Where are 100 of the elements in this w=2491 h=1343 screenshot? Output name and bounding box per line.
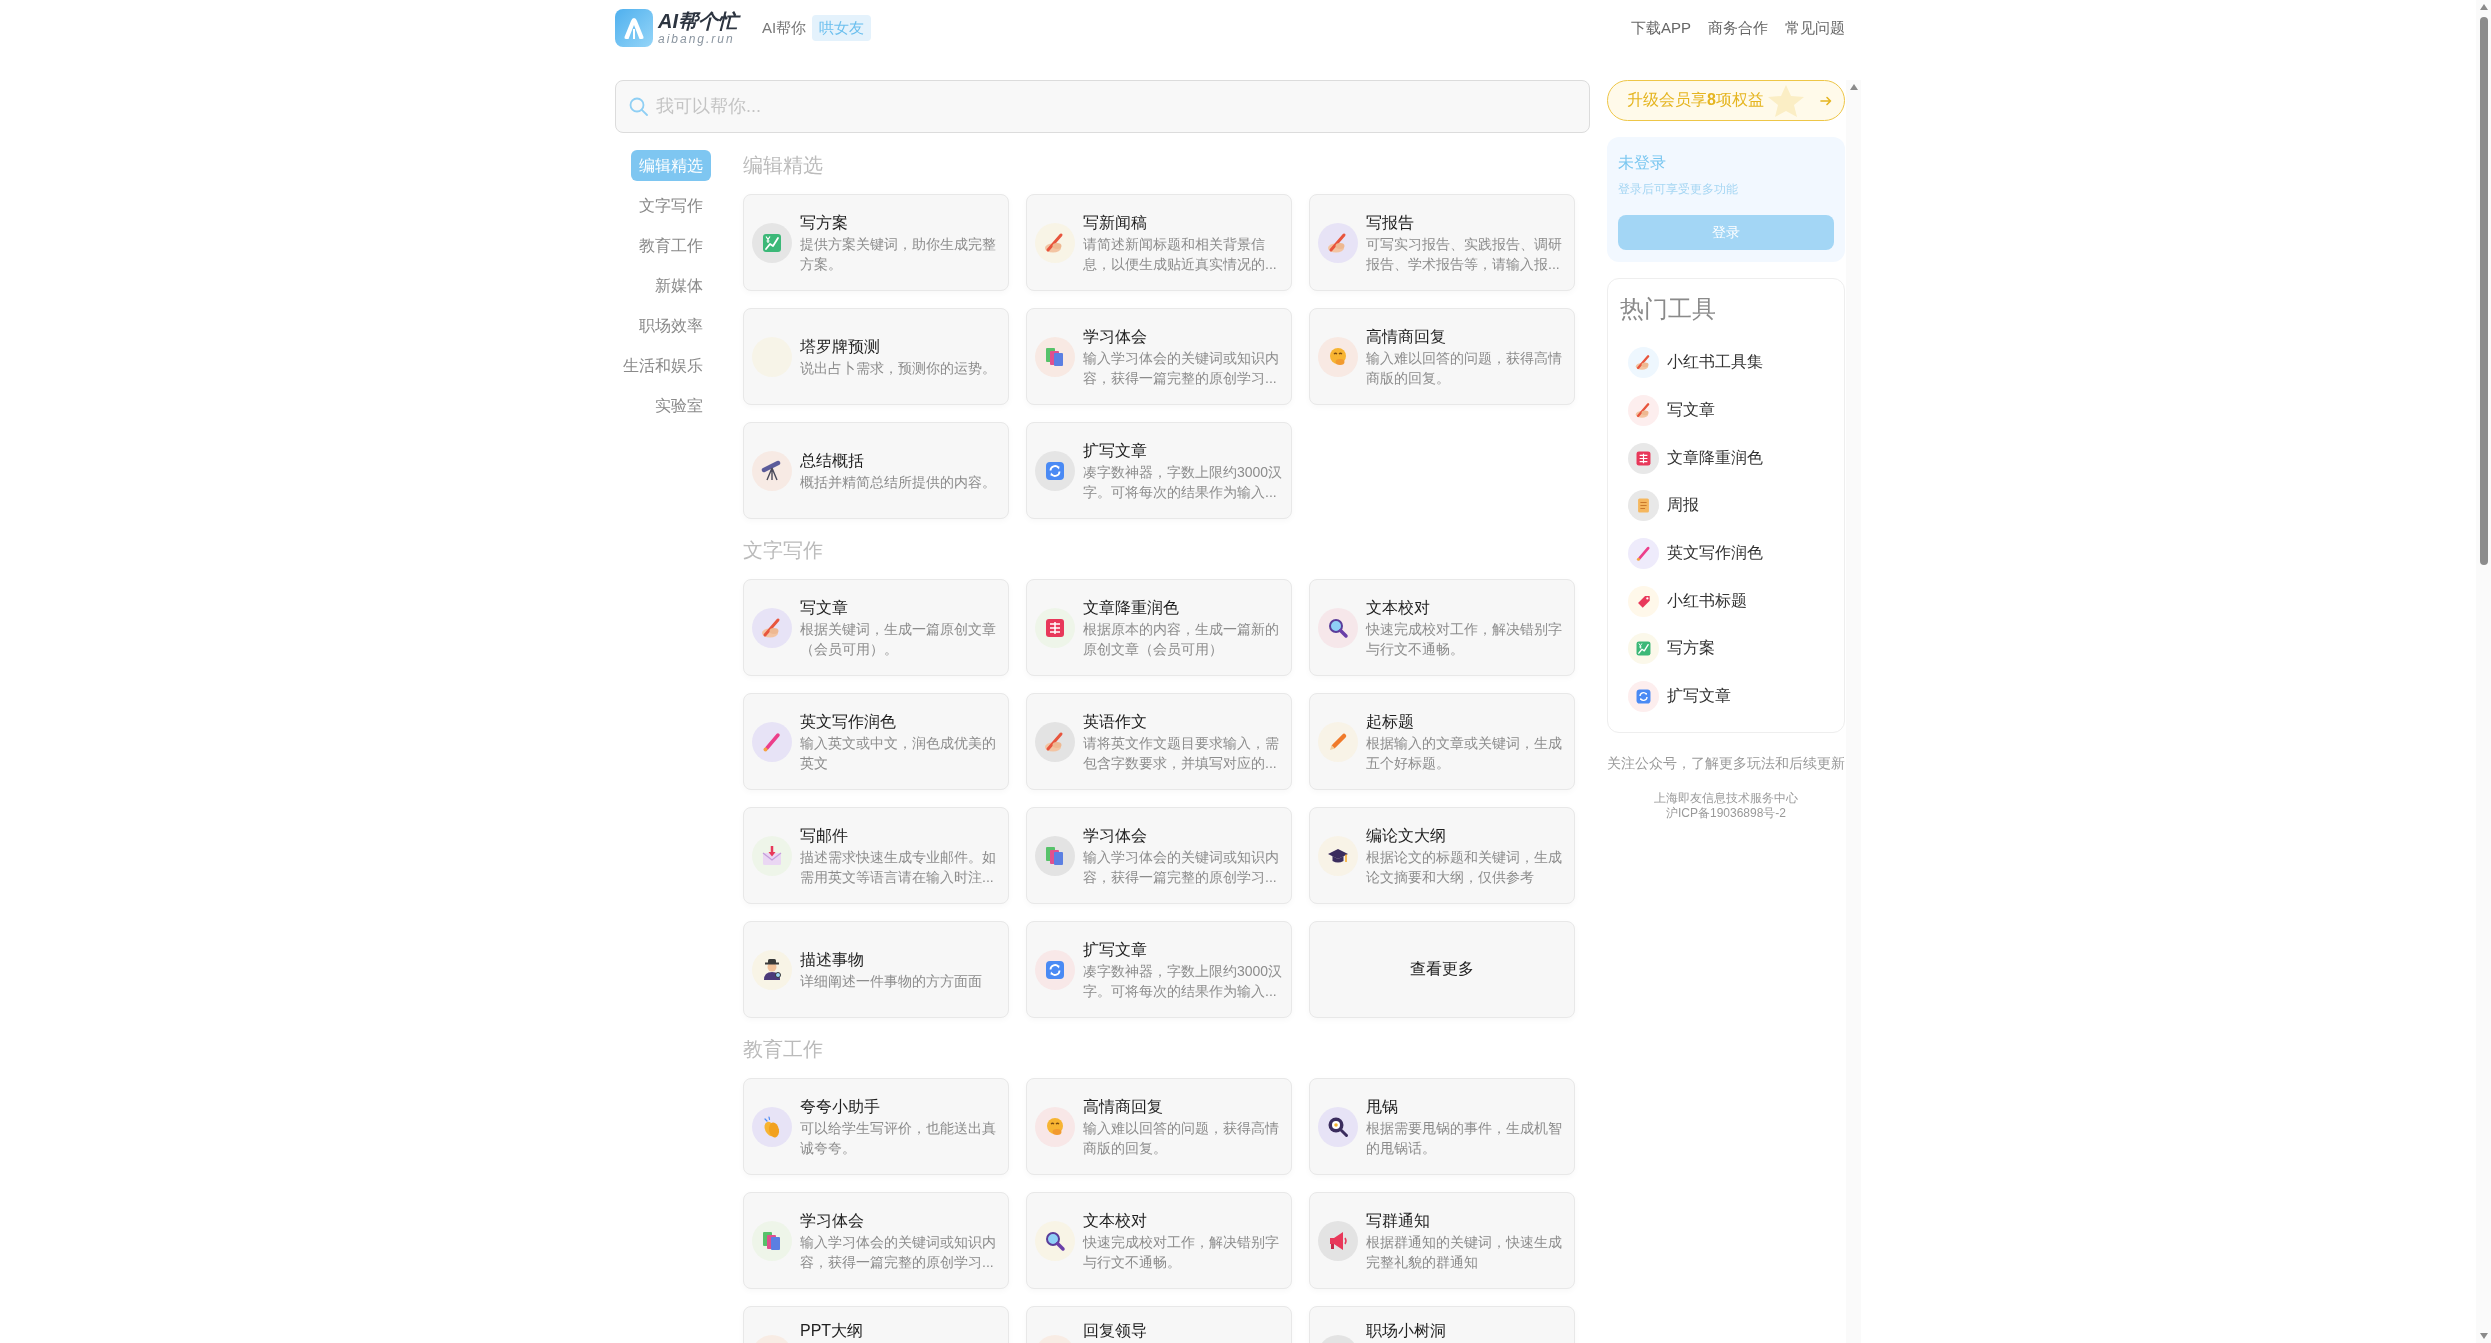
- tool-description: 输入学习体会的关键词或知识内容，获得一篇完整的原创学习...: [1083, 847, 1280, 887]
- tool-description: 请简述新闻标题和相关背景信息，以便生成贴近真实情况的...: [1083, 234, 1278, 274]
- tool-description: 输入难以回答的问题，获得高情商版的回复。: [1083, 1118, 1280, 1158]
- tool-title: 写文章: [800, 597, 849, 618]
- tool-card[interactable]: 夸夸小助手 可以给学生写评价，也能送出真诚夸夸。: [743, 1078, 1009, 1175]
- page-scrollbar[interactable]: [2476, 0, 2491, 1343]
- tagline-text: AI帮你: [762, 18, 807, 38]
- tool-description: 输入难以回答的问题，获得高情商版的回复。: [1366, 348, 1563, 388]
- tool-description: 快速完成校对工作，解决错别字与行文不通畅。: [1083, 1232, 1280, 1272]
- tool-card[interactable]: 写方案 提供方案关键词，助你生成完整方案。: [743, 194, 1009, 291]
- company-name-text: 上海即友信息技术服务中心: [1653, 790, 1799, 806]
- search-icon: [629, 97, 648, 116]
- tool-card[interactable]: 职场小树洞: [1309, 1306, 1575, 1343]
- sidebar-scrollbar[interactable]: [1846, 80, 1861, 1343]
- tool-description: 快速完成校对工作，解决错别字与行文不通畅。: [1366, 619, 1563, 659]
- tool-title: 起标题: [1366, 711, 1415, 732]
- tool-card[interactable]: 塔罗牌预测 说出占卜需求，预测你的运势。: [743, 308, 1009, 405]
- tool-description: 凑字数神器，字数上限约3000汉字。可将每次的结果作为输入...: [1083, 462, 1284, 502]
- tool-title: PPT大纲: [800, 1321, 865, 1341]
- tool-card[interactable]: 编论文大纲 根据论文的标题和关键词，生成论文摘要和大纲，仅供参考: [1309, 807, 1575, 904]
- tool-card[interactable]: 写新闻稿 请简述新闻标题和相关背景信息，以便生成贴近真实情况的...: [1026, 194, 1292, 291]
- logo-icon[interactable]: [615, 9, 653, 47]
- tool-description: 根据论文的标题和关键词，生成论文摘要和大纲，仅供参考: [1366, 847, 1563, 887]
- section-title: 教育工作: [743, 1037, 824, 1062]
- tool-description: 说出占卜需求，预测你的运势。: [800, 358, 997, 378]
- tool-title: 总结概括: [800, 450, 865, 471]
- tool-title: 学习体会: [1083, 326, 1148, 347]
- tool-card[interactable]: 学习体会 输入学习体会的关键词或知识内容，获得一篇完整的原创学习...: [1026, 308, 1292, 405]
- tool-card[interactable]: 写报告 可写实习报告、实践报告、调研报告、学术报告等，请输入报...: [1309, 194, 1575, 291]
- hot-tool-item[interactable]: 周报: [1620, 482, 1707, 530]
- tool-card[interactable]: 学习体会 输入学习体会的关键词或知识内容，获得一篇完整的原创学习...: [743, 1192, 1009, 1289]
- scroll-up-arrow-icon[interactable]: [2479, 4, 2488, 10]
- logo-domain: aibang.run: [658, 31, 736, 46]
- tool-card[interactable]: 高情商回复 输入难以回答的问题，获得高情商版的回复。: [1309, 308, 1575, 405]
- tool-card[interactable]: 文章降重润色 根据原本的内容，生成一篇新的原创文章（会员可用）: [1026, 579, 1292, 676]
- category-tab[interactable]: 教育工作: [631, 230, 711, 261]
- tool-card[interactable]: 写群通知 根据群通知的关键词，快速生成完整礼貌的群通知: [1309, 1192, 1575, 1289]
- tool-title: 学习体会: [800, 1210, 865, 1231]
- section-title: 编辑精选: [743, 153, 824, 178]
- category-tab[interactable]: 文字写作: [631, 190, 711, 221]
- tool-card[interactable]: 英文写作润色 输入英文或中文，润色成优美的英文: [743, 693, 1009, 790]
- tool-description: 凑字数神器，字数上限约3000汉字。可将每次的结果作为输入...: [1083, 961, 1284, 1001]
- tool-title: 文本校对: [1366, 597, 1431, 618]
- tool-title: 塔罗牌预测: [800, 336, 881, 357]
- tool-title: 甩锅: [1366, 1096, 1399, 1117]
- category-tab[interactable]: 新媒体: [647, 270, 711, 301]
- tool-title: 英语作文: [1083, 711, 1148, 732]
- category-tab[interactable]: 职场效率: [631, 310, 711, 341]
- tool-description: 根据输入的文章或关键词，生成五个好标题。: [1366, 733, 1563, 773]
- scroll-up-arrow-icon[interactable]: [1849, 84, 1858, 90]
- view-more-button[interactable]: 查看更多: [1309, 921, 1575, 1018]
- category-tab[interactable]: 实验室: [647, 390, 711, 421]
- tool-title: 回复领导: [1083, 1321, 1148, 1341]
- tool-card[interactable]: 甩锅 根据需要甩锅的事件，生成机智的甩锅话。: [1309, 1078, 1575, 1175]
- login-status-text: 未登录: [1618, 153, 1667, 173]
- hot-tool-item[interactable]: 写文章: [1620, 386, 1723, 435]
- section-title: 文字写作: [743, 538, 824, 563]
- category-tab[interactable]: 生活和娱乐: [615, 350, 711, 381]
- tool-description: 提供方案关键词，助你生成完整方案。: [800, 234, 997, 274]
- arrow-right-icon: [1820, 95, 1832, 106]
- tool-card[interactable]: 回复领导: [1026, 1306, 1292, 1343]
- tool-title: 英文写作润色: [800, 711, 897, 732]
- follow-notice-text: 关注公众号，了解更多玩法和后续更新: [1607, 754, 1845, 773]
- tool-title: 写邮件: [800, 825, 849, 846]
- tool-title: 文章降重润色: [1083, 597, 1180, 618]
- header-link[interactable]: 商务合作: [1708, 18, 1768, 38]
- tool-title: 编论文大纲: [1366, 825, 1447, 846]
- scroll-thumb[interactable]: [2479, 17, 2488, 565]
- tool-card[interactable]: 写文章 根据关键词，生成一篇原创文章（会员可用）。: [743, 579, 1009, 676]
- hot-tool-item[interactable]: 小红书标题: [1620, 577, 1755, 626]
- header-link[interactable]: 常见问题: [1785, 18, 1845, 38]
- tool-description: 描述需求快速生成专业邮件。如需用英文等语言请在输入时注...: [800, 847, 997, 887]
- tool-title: 高情商回复: [1366, 326, 1447, 347]
- tool-title: 扩写文章: [1083, 939, 1148, 960]
- hot-tool-item[interactable]: 扩写文章: [1620, 672, 1739, 721]
- tool-card[interactable]: 扩写文章 凑字数神器，字数上限约3000汉字。可将每次的结果作为输入...: [1026, 422, 1292, 519]
- tool-description: 详细阐述一件事物的方方面面: [800, 971, 983, 991]
- tool-description: 根据需要甩锅的事件，生成机智的甩锅话。: [1366, 1118, 1563, 1158]
- tool-card[interactable]: 起标题 根据输入的文章或关键词，生成五个好标题。: [1309, 693, 1575, 790]
- tool-card[interactable]: 学习体会 输入学习体会的关键词或知识内容，获得一篇完整的原创学习...: [1026, 807, 1292, 904]
- tool-description: 请将英文作文题目要求输入，需包含字数要求，并填写对应的...: [1083, 733, 1280, 773]
- tool-description: 输入学习体会的关键词或知识内容，获得一篇完整的原创学习...: [800, 1232, 997, 1272]
- tool-title: 描述事物: [800, 949, 865, 970]
- tool-card[interactable]: 文本校对 快速完成校对工作，解决错别字与行文不通畅。: [1309, 579, 1575, 676]
- tool-title: 夸夸小助手: [800, 1096, 881, 1117]
- hot-tool-item[interactable]: 写方案: [1620, 625, 1723, 673]
- tool-card[interactable]: 文本校对 快速完成校对工作，解决错别字与行文不通畅。: [1026, 1192, 1292, 1289]
- tool-description: 输入学习体会的关键词或知识内容，获得一篇完整的原创学习...: [1083, 348, 1280, 388]
- tool-card[interactable]: 扩写文章 凑字数神器，字数上限约3000汉字。可将每次的结果作为输入...: [1026, 921, 1292, 1018]
- tool-card[interactable]: PPT大纲: [743, 1306, 1009, 1343]
- tool-card[interactable]: 高情商回复 输入难以回答的问题，获得高情商版的回复。: [1026, 1078, 1292, 1175]
- tool-card[interactable]: 描述事物 详细阐述一件事物的方方面面: [743, 921, 1009, 1018]
- tool-card[interactable]: 写邮件 描述需求快速生成专业邮件。如需用英文等语言请在输入时注...: [743, 807, 1009, 904]
- header-link[interactable]: 下载APP: [1631, 18, 1691, 38]
- tool-card[interactable]: 总结概括 概括并精简总结所提供的内容。: [743, 422, 1009, 519]
- hot-tool-item[interactable]: 文章降重润色: [1620, 434, 1771, 483]
- hot-tool-item[interactable]: 小红书工具集: [1620, 339, 1771, 387]
- hot-tool-item[interactable]: 英文写作润色: [1620, 529, 1771, 578]
- tool-card[interactable]: 英语作文 请将英文作文题目要求输入，需包含字数要求，并填写对应的...: [1026, 693, 1292, 790]
- scroll-down-arrow-icon[interactable]: [2479, 1333, 2488, 1339]
